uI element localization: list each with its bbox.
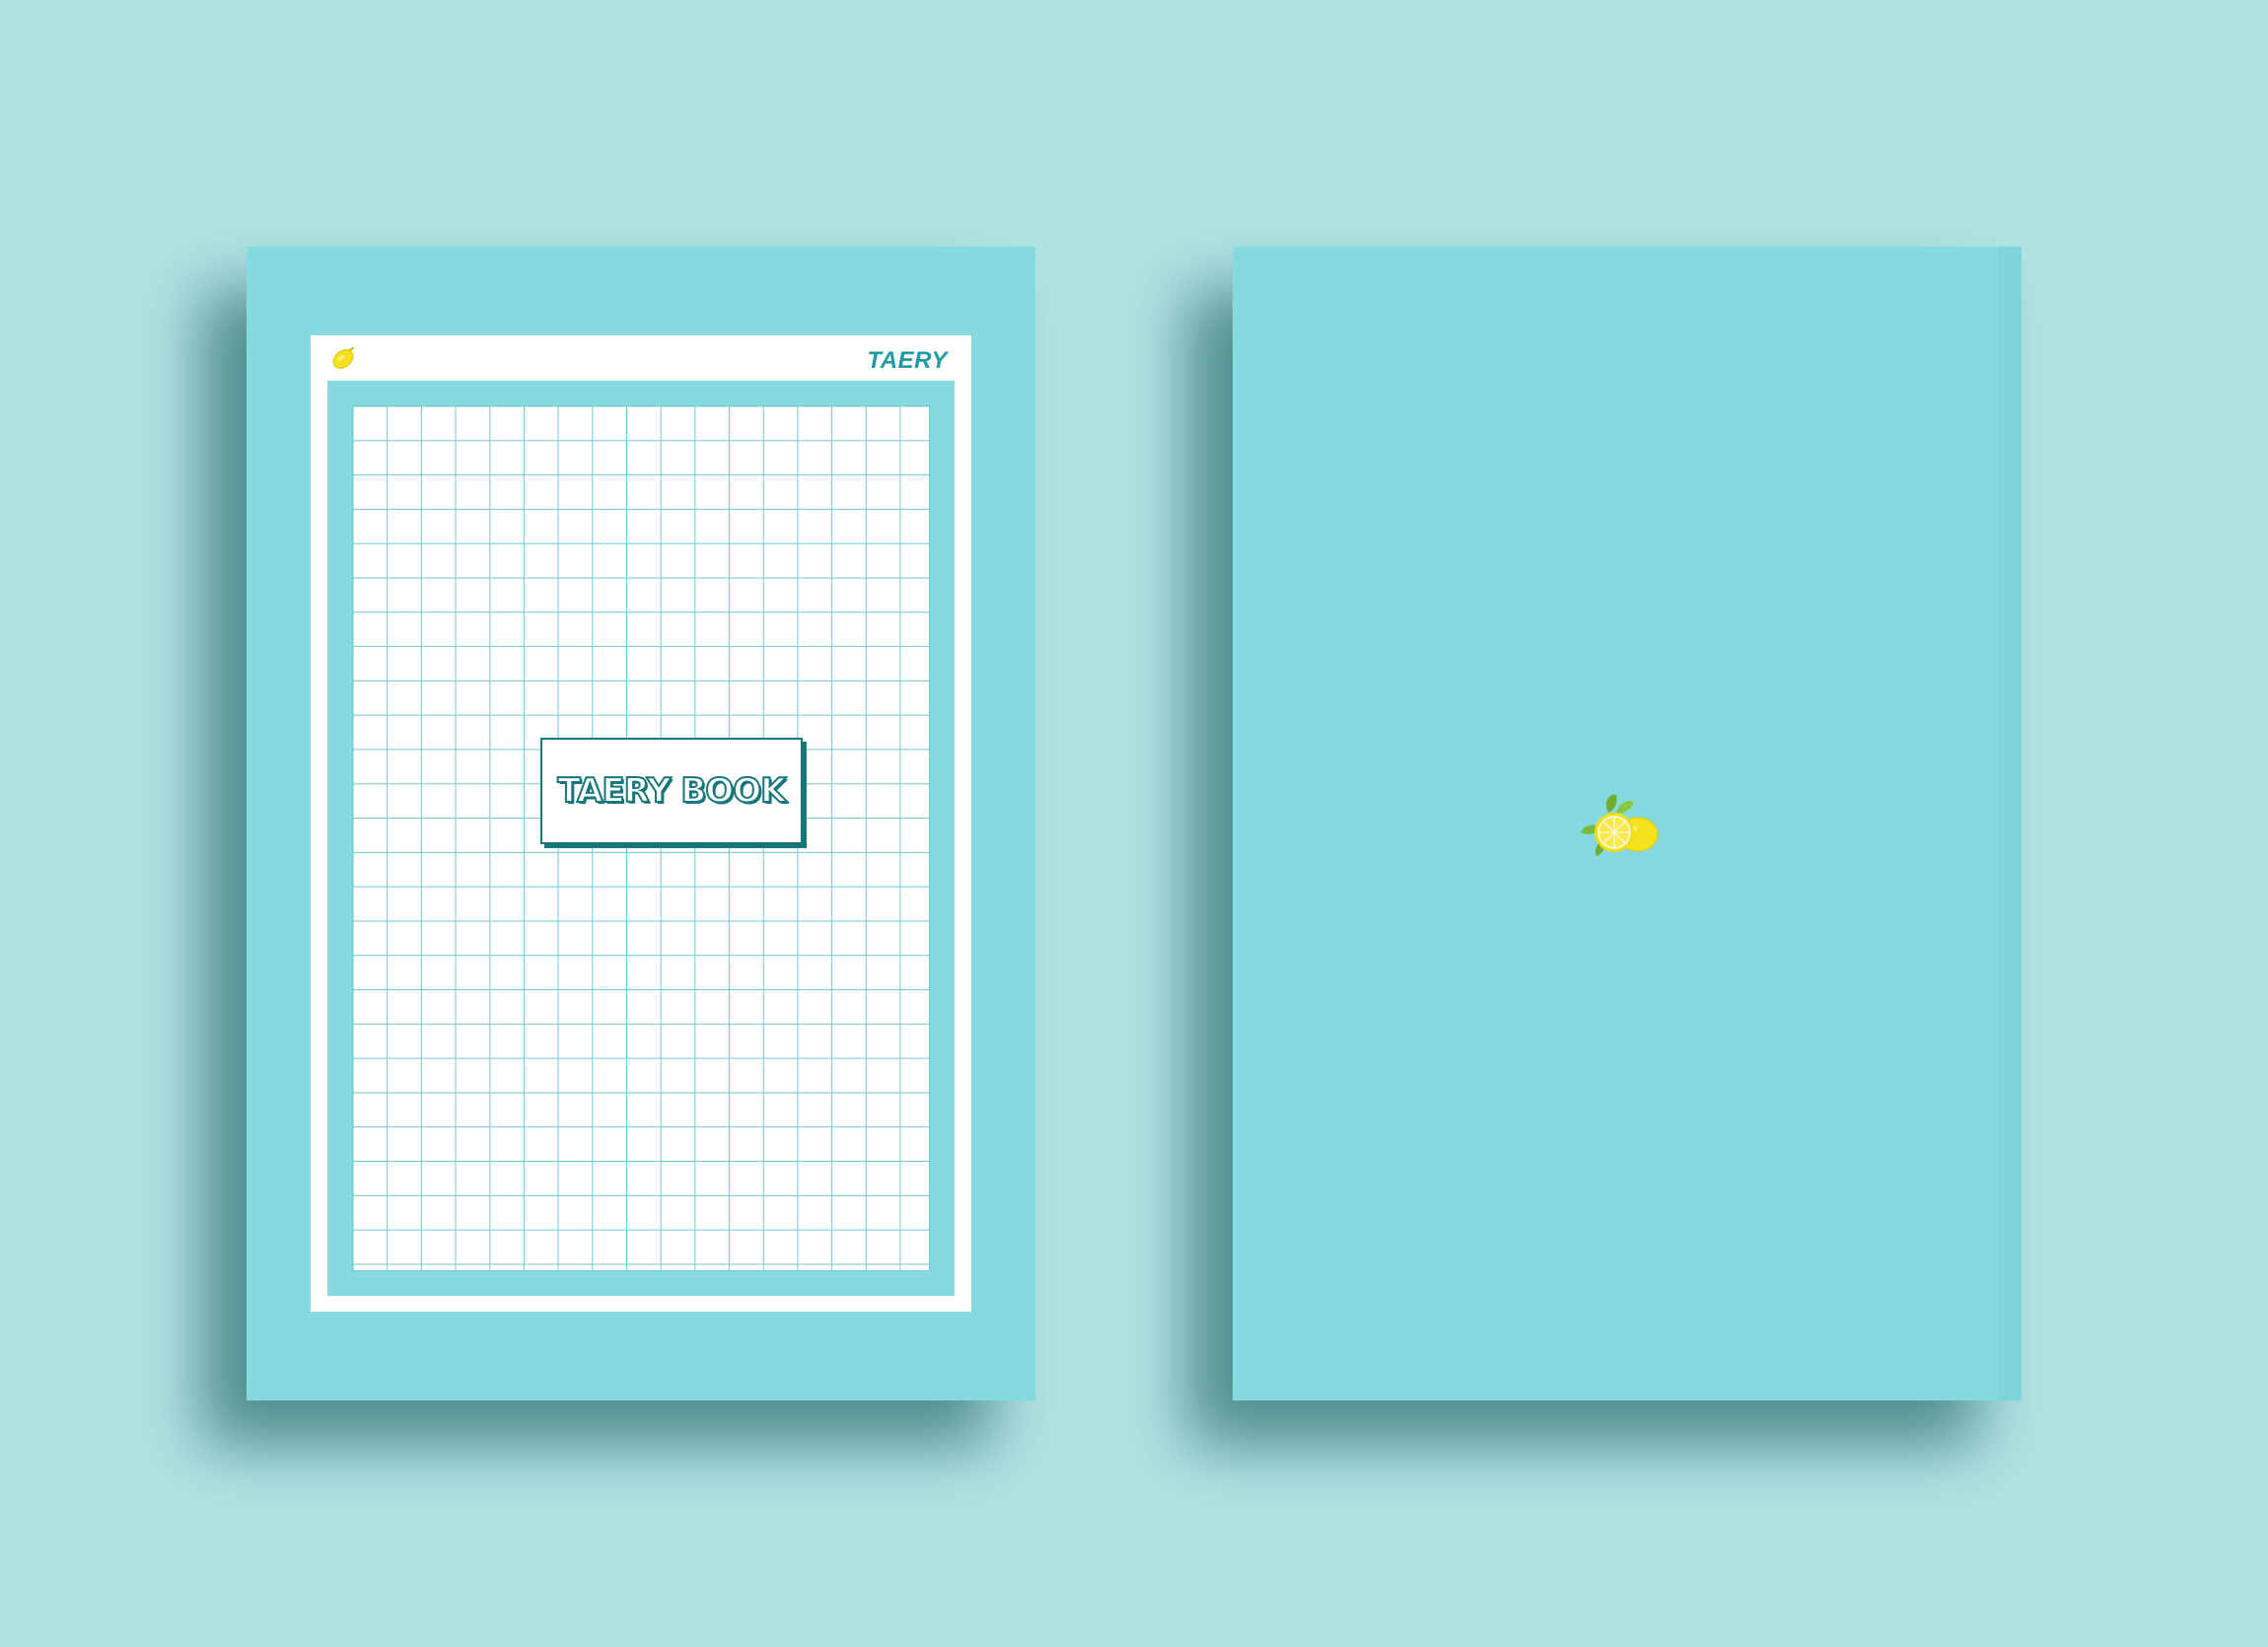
back-cover-edge xyxy=(1998,247,2021,1400)
front-frame: TAERY TAERY BOOK xyxy=(311,335,971,1312)
grid-paper: TAERY BOOK xyxy=(352,405,930,1271)
lemon-slice-icon xyxy=(1581,794,1659,856)
front-header: TAERY xyxy=(311,335,971,381)
lemon-icon xyxy=(332,347,354,369)
front-inner-band: TAERY BOOK xyxy=(327,381,955,1296)
back-cover xyxy=(1233,247,2021,1400)
title-box: TAERY BOOK xyxy=(540,738,803,844)
brand-label: TAERY xyxy=(867,347,948,374)
front-cover: TAERY TAERY BOOK xyxy=(247,247,1035,1400)
book-title: TAERY BOOK xyxy=(557,770,788,812)
